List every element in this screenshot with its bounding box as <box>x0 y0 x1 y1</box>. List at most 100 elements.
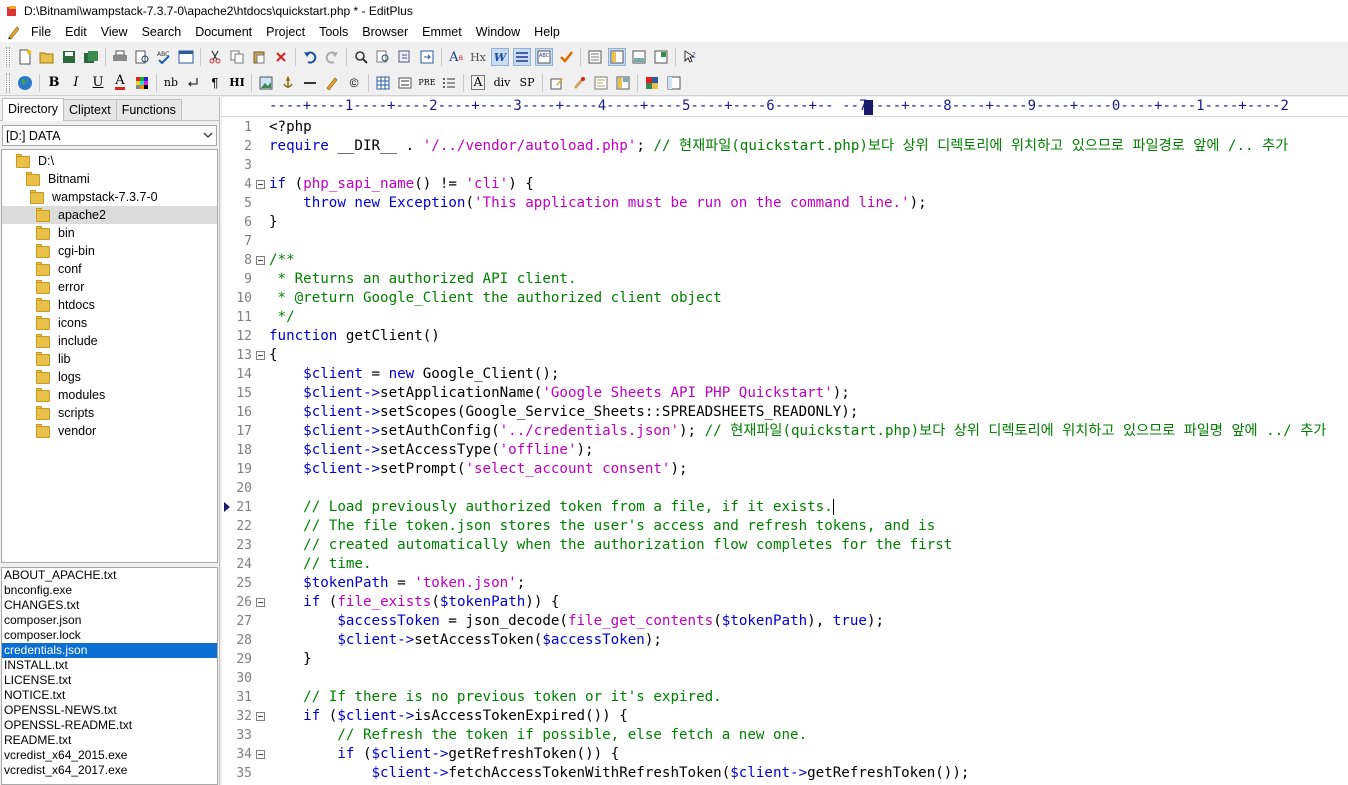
file-list-item[interactable]: NOTICE.txt <box>2 688 217 703</box>
code-line[interactable]: 3 <box>222 156 1348 175</box>
tree-folder-1[interactable]: Bitnami <box>2 170 217 188</box>
code-editor[interactable]: ----+----1----+----2----+----3----+----4… <box>222 97 1348 785</box>
pre-icon[interactable]: PRE <box>418 74 436 92</box>
tab-directory[interactable]: Directory <box>2 98 65 121</box>
code-line[interactable]: 8 /** <box>222 251 1348 270</box>
menu-project[interactable]: Project <box>259 22 312 42</box>
file-list-item[interactable]: LICENSE.txt <box>2 673 217 688</box>
replace-icon[interactable] <box>374 48 392 66</box>
color-palette-icon[interactable] <box>133 74 151 92</box>
fold-toggle-icon[interactable] <box>256 351 265 360</box>
word-wrap-icon[interactable]: W <box>491 48 509 66</box>
anchor-icon[interactable] <box>279 74 297 92</box>
italic-icon[interactable]: I <box>67 74 85 92</box>
edit-tag-icon[interactable] <box>548 74 566 92</box>
print-icon[interactable] <box>111 48 129 66</box>
tree-folder-10[interactable]: include <box>2 332 217 350</box>
open-folder-icon[interactable] <box>38 48 56 66</box>
code-line[interactable]: 28 $client->setAccessToken($accessToken)… <box>222 631 1348 650</box>
save-all-icon[interactable] <box>82 48 100 66</box>
toolbar-grip[interactable] <box>6 72 10 93</box>
code-line[interactable]: 34 if ($client->getRefreshToken()) { <box>222 745 1348 764</box>
tree-folder-12[interactable]: logs <box>2 368 217 386</box>
image-icon[interactable] <box>257 74 275 92</box>
drive-select[interactable]: [D:] DATA <box>2 125 217 146</box>
spell-check-icon[interactable]: ABC <box>155 48 173 66</box>
code-line[interactable]: 32 if ($client->isAccessTokenExpired()) … <box>222 707 1348 726</box>
tree-folder-15[interactable]: vendor <box>2 422 217 440</box>
code-line[interactable]: 11 */ <box>222 308 1348 327</box>
print-preview-icon[interactable] <box>133 48 151 66</box>
tree-folder-3[interactable]: apache2 <box>2 206 217 224</box>
code-line[interactable]: 35 $client->fetchAccessTokenWithRefreshT… <box>222 764 1348 783</box>
script-icon[interactable] <box>592 74 610 92</box>
output-window-icon[interactable] <box>608 48 626 66</box>
code-line[interactable]: 24 // time. <box>222 555 1348 574</box>
form-icon[interactable] <box>396 74 414 92</box>
frame-icon[interactable] <box>614 74 632 92</box>
code-line[interactable]: 25 $tokenPath = 'token.json'; <box>222 574 1348 593</box>
menu-tools[interactable]: Tools <box>312 22 355 42</box>
file-list[interactable]: ABOUT_APACHE.txt bnconfig.exe CHANGES.txt c… <box>1 567 218 785</box>
globe-icon[interactable] <box>16 74 34 92</box>
undo-icon[interactable] <box>301 48 319 66</box>
paragraph-icon[interactable]: ¶ <box>206 74 224 92</box>
tree-folder-8[interactable]: htdocs <box>2 296 217 314</box>
tree-folder-5[interactable]: cgi-bin <box>2 242 217 260</box>
check-icon[interactable] <box>557 48 575 66</box>
code-line[interactable]: 18 $client->setAccessType('offline'); <box>222 441 1348 460</box>
file-list-item[interactable]: composer.lock <box>2 628 217 643</box>
tree-folder-4[interactable]: bin <box>2 224 217 242</box>
window-tile-icon[interactable] <box>652 48 670 66</box>
directory-window-icon[interactable] <box>586 48 604 66</box>
tree-folder-0[interactable]: D:\ <box>2 152 217 170</box>
horizontal-rule-icon[interactable] <box>301 74 319 92</box>
line-break-icon[interactable] <box>184 74 202 92</box>
goto-line-icon[interactable] <box>418 48 436 66</box>
fold-toggle-icon[interactable] <box>256 256 265 265</box>
chevron-down-icon[interactable] <box>200 130 216 141</box>
code-line[interactable]: 29 } <box>222 650 1348 669</box>
div-icon[interactable]: div <box>491 74 513 92</box>
new-file-icon[interactable] <box>16 48 34 66</box>
tree-folder-13[interactable]: modules <box>2 386 217 404</box>
code-line[interactable]: 10 * @return Google_Client the authorize… <box>222 289 1348 308</box>
browser-preview-icon[interactable] <box>177 48 195 66</box>
code-line[interactable]: 12 function getClient() <box>222 327 1348 346</box>
code-line[interactable]: 27 $accessToken = json_decode(file_get_c… <box>222 612 1348 631</box>
code-line[interactable]: 19 $client->setPrompt('select_account co… <box>222 460 1348 479</box>
file-list-item[interactable]: vcredist_x64_2017.exe <box>2 763 217 778</box>
code-line[interactable]: 14 $client = new Google_Client(); <box>222 365 1348 384</box>
menu-emmet[interactable]: Emmet <box>415 22 469 42</box>
cut-icon[interactable] <box>206 48 224 66</box>
code-line[interactable]: 5 throw new Exception('This application … <box>222 194 1348 213</box>
font-color-icon[interactable]: A <box>111 74 129 92</box>
file-list-item[interactable]: composer.json <box>2 613 217 628</box>
save-icon[interactable] <box>60 48 78 66</box>
nbsp-icon[interactable]: nb <box>162 74 180 92</box>
file-list-item[interactable]: bnconfig.exe <box>2 583 217 598</box>
fold-toggle-icon[interactable] <box>256 598 265 607</box>
find-in-files-icon[interactable] <box>396 48 414 66</box>
menu-search[interactable]: Search <box>135 22 189 42</box>
tab-cliptext[interactable]: Cliptext <box>63 99 117 120</box>
menu-document[interactable]: Document <box>188 22 259 42</box>
tree-folder-14[interactable]: scripts <box>2 404 217 422</box>
fold-toggle-icon[interactable] <box>256 750 265 759</box>
hx-icon[interactable]: Hx <box>469 48 487 66</box>
find-icon[interactable] <box>352 48 370 66</box>
file-list-item[interactable]: README.txt <box>2 733 217 748</box>
copyright-icon[interactable]: © <box>345 74 363 92</box>
menu-view[interactable]: View <box>94 22 135 42</box>
table-icon[interactable] <box>374 74 392 92</box>
cliptext-window-icon[interactable] <box>630 48 648 66</box>
code-line[interactable]: 22 // The file token.json stores the use… <box>222 517 1348 536</box>
code-line[interactable]: 17 $client->setAuthConfig('../credential… <box>222 422 1348 441</box>
full-screen-icon[interactable] <box>665 74 683 92</box>
directory-tree[interactable]: D:\ Bitnami wampstack-7.3.7-0 apache2 bin cgi… <box>1 149 218 563</box>
ruler-icon[interactable]: ABC <box>535 48 553 66</box>
code-line[interactable]: 30 <box>222 669 1348 688</box>
code-line[interactable]: 6} <box>222 213 1348 232</box>
toolbar-options-icon[interactable] <box>643 74 661 92</box>
delete-icon[interactable] <box>272 48 290 66</box>
